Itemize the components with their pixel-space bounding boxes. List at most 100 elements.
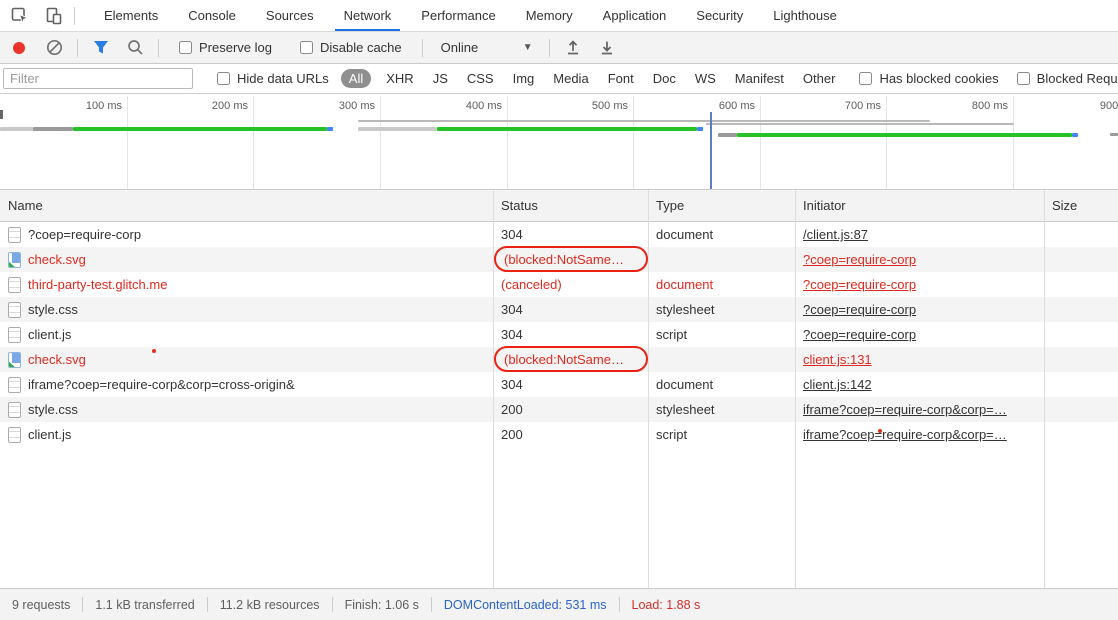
- filter-pill-media[interactable]: Media: [549, 69, 592, 88]
- initiator-link[interactable]: ?coep=require-corp: [803, 302, 916, 317]
- status-text: (canceled): [501, 277, 562, 292]
- initiator-link[interactable]: client.js:131: [803, 352, 872, 367]
- hide-data-urls-checkbox[interactable]: Hide data URLs: [217, 71, 329, 86]
- device-toolbar-icon[interactable]: [40, 3, 68, 29]
- column-header-type[interactable]: Type: [648, 190, 795, 221]
- request-row[interactable]: check.svg(blocked:NotSame…client.js:131: [0, 347, 1118, 372]
- tab-sources[interactable]: Sources: [251, 0, 329, 31]
- initiator-link[interactable]: iframe?coep=require-corp&corp=…: [803, 427, 1007, 442]
- tab-console[interactable]: Console: [173, 0, 251, 31]
- import-har-icon[interactable]: [561, 36, 585, 60]
- checkbox[interactable]: [179, 41, 192, 54]
- filter-pill-doc[interactable]: Doc: [649, 69, 680, 88]
- filter-pill-ws[interactable]: WS: [691, 69, 720, 88]
- initiator-link[interactable]: ?coep=require-corp: [803, 252, 916, 267]
- request-row[interactable]: check.svg(blocked:NotSame… ?coep=require-…: [0, 247, 1118, 272]
- column-header-status[interactable]: Status: [493, 190, 648, 221]
- size-cell: [1044, 422, 1118, 447]
- initiator-link[interactable]: /client.js:87: [803, 227, 868, 242]
- waterfall-bar-segment: [718, 133, 737, 137]
- network-overview-timeline[interactable]: 100 ms200 ms300 ms400 ms500 ms600 ms700 …: [0, 94, 1118, 190]
- filter-pill-img[interactable]: Img: [509, 69, 539, 88]
- request-row[interactable]: client.js304script?coep=require-corp: [0, 322, 1118, 347]
- inspect-icon[interactable]: [6, 3, 34, 29]
- image-file-icon: [8, 352, 21, 368]
- column-header-size[interactable]: Size: [1044, 190, 1118, 221]
- document-file-icon: [8, 402, 21, 418]
- waterfall-bar-segment: [737, 133, 1072, 137]
- checkbox[interactable]: [1017, 72, 1030, 85]
- filter-pill-xhr[interactable]: XHR: [382, 69, 417, 88]
- initiator-link[interactable]: ?coep=require-corp: [803, 277, 916, 292]
- timeline-tick-label: 300 ms: [310, 100, 375, 112]
- name-cell: check.svg: [0, 347, 493, 372]
- tab-application[interactable]: Application: [588, 0, 682, 31]
- name-cell: check.svg: [0, 247, 493, 272]
- timeline-gridline: [886, 96, 887, 189]
- tab-memory[interactable]: Memory: [511, 0, 588, 31]
- status-text: 200: [501, 427, 523, 442]
- tab-security[interactable]: Security: [681, 0, 758, 31]
- record-icon[interactable]: [13, 42, 25, 54]
- tab-lighthouse[interactable]: Lighthouse: [758, 0, 852, 31]
- request-row[interactable]: style.css200stylesheetiframe?coep=requir…: [0, 397, 1118, 422]
- request-row[interactable]: third-party-test.glitch.me(canceled)docu…: [0, 272, 1118, 297]
- clear-icon[interactable]: [42, 36, 66, 60]
- column-header-initiator[interactable]: Initiator: [795, 190, 1044, 221]
- panel-tabs: ElementsConsoleSourcesNetworkPerformance…: [89, 0, 852, 31]
- preserve-log-checkbox[interactable]: Preserve log: [179, 40, 272, 55]
- tab-elements[interactable]: Elements: [89, 0, 173, 31]
- checkbox[interactable]: [300, 41, 313, 54]
- red-annotation-dot: [878, 429, 882, 433]
- request-row[interactable]: ?coep=require-corp304document/client.js:…: [0, 222, 1118, 247]
- filter-input[interactable]: [3, 68, 193, 89]
- type-cell: [648, 347, 795, 372]
- status-cell: 304: [493, 297, 648, 322]
- initiator-link[interactable]: iframe?coep=require-corp&corp=…: [803, 402, 1007, 417]
- filter-funnel-icon[interactable]: [89, 36, 113, 60]
- waterfall-bar-segment: [1072, 133, 1078, 137]
- status-item[interactable]: Load: 1.88 s: [620, 598, 713, 612]
- name-cell: third-party-test.glitch.me: [0, 272, 493, 297]
- name-cell: style.css: [0, 397, 493, 422]
- filter-pill-all[interactable]: All: [341, 69, 371, 88]
- request-row[interactable]: iframe?coep=require-corp&corp=cross-orig…: [0, 372, 1118, 397]
- initiator-link[interactable]: client.js:142: [803, 377, 872, 392]
- checkbox[interactable]: [217, 72, 230, 85]
- column-header-name[interactable]: Name: [0, 190, 493, 221]
- tab-performance[interactable]: Performance: [406, 0, 510, 31]
- search-icon[interactable]: [123, 36, 147, 60]
- status-cell: (blocked:NotSame…: [493, 247, 648, 272]
- column-divider: [1044, 190, 1045, 588]
- waterfall-bar-segment: [358, 120, 930, 122]
- type-text: document: [656, 227, 713, 242]
- tab-network[interactable]: Network: [329, 0, 407, 31]
- has-blocked-cookies-checkbox[interactable]: Has blocked cookies: [859, 71, 998, 86]
- type-cell: stylesheet: [648, 397, 795, 422]
- checkbox[interactable]: [859, 72, 872, 85]
- caret-down-icon: ▼: [523, 42, 533, 53]
- status-item: 9 requests: [12, 598, 82, 612]
- initiator-link[interactable]: ?coep=require-corp: [803, 327, 916, 342]
- filter-pill-manifest[interactable]: Manifest: [731, 69, 788, 88]
- disable-cache-checkbox[interactable]: Disable cache: [300, 40, 402, 55]
- status-cell: (canceled): [493, 272, 648, 297]
- filter-pill-js[interactable]: JS: [429, 69, 452, 88]
- export-har-icon[interactable]: [595, 36, 619, 60]
- request-row[interactable]: style.css304stylesheet?coep=require-corp: [0, 297, 1118, 322]
- throttling-select[interactable]: Online ▼: [441, 40, 533, 55]
- type-text: document: [656, 377, 713, 392]
- blocked-requests-checkbox[interactable]: Blocked Requests: [1017, 71, 1118, 86]
- timeline-tick-label: 600 ms: [690, 100, 755, 112]
- filter-pill-css[interactable]: CSS: [463, 69, 498, 88]
- request-name: check.svg: [28, 352, 86, 367]
- filter-pill-other[interactable]: Other: [799, 69, 840, 88]
- timeline-tick-label: 800 ms: [943, 100, 1008, 112]
- status-item[interactable]: DOMContentLoaded: 531 ms: [432, 598, 619, 612]
- request-row[interactable]: client.js200scriptiframe?coep=require-co…: [0, 422, 1118, 447]
- overview-left-handle[interactable]: [0, 110, 3, 119]
- filter-pill-font[interactable]: Font: [604, 69, 638, 88]
- waterfall-bar-segment: [0, 127, 33, 131]
- type-cell: document: [648, 372, 795, 397]
- document-file-icon: [8, 327, 21, 343]
